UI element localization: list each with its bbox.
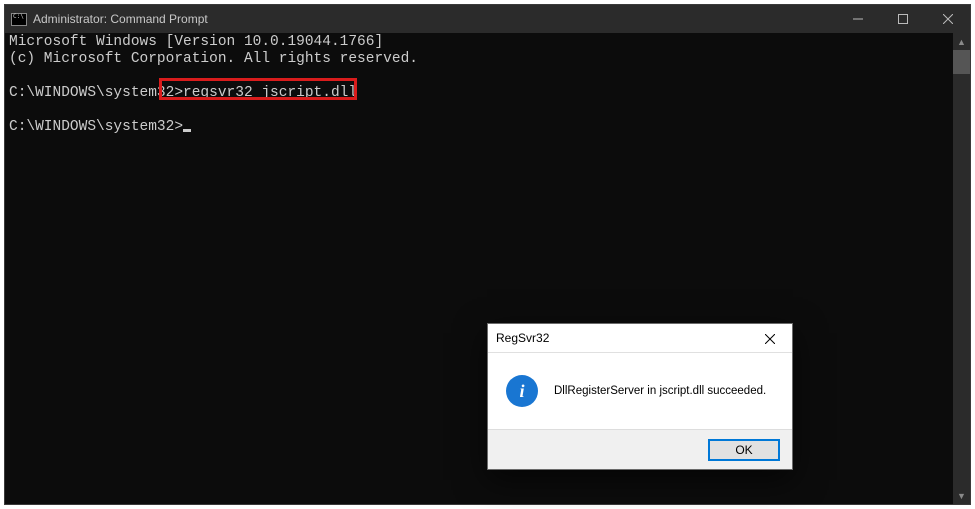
ok-button[interactable]: OK bbox=[708, 439, 780, 461]
dialog-message: DllRegisterServer in jscript.dll succeed… bbox=[554, 385, 766, 397]
dialog-titlebar[interactable]: RegSvr32 bbox=[488, 324, 792, 353]
scroll-thumb[interactable] bbox=[953, 50, 970, 74]
maximize-button[interactable] bbox=[880, 5, 925, 33]
prompt-prefix: C:\WINDOWS\system32> bbox=[9, 85, 183, 101]
dialog-title: RegSvr32 bbox=[496, 331, 549, 345]
info-icon: i bbox=[506, 375, 538, 407]
minimize-button[interactable] bbox=[835, 5, 880, 33]
terminal-line: Microsoft Windows [Version 10.0.19044.17… bbox=[9, 34, 383, 50]
scroll-up-arrow-icon[interactable]: ▲ bbox=[953, 33, 970, 50]
window-controls bbox=[835, 5, 970, 33]
window-title: Administrator: Command Prompt bbox=[33, 12, 208, 26]
command-text: regsvr32 jscript.dll bbox=[183, 85, 357, 101]
prompt-prefix: C:\WINDOWS\system32> bbox=[9, 119, 183, 135]
cursor bbox=[183, 129, 191, 132]
titlebar[interactable]: Administrator: Command Prompt bbox=[5, 5, 970, 33]
close-button[interactable] bbox=[925, 5, 970, 33]
dialog-footer: OK bbox=[488, 429, 792, 469]
dialog-close-button[interactable] bbox=[748, 324, 792, 353]
vertical-scrollbar[interactable]: ▲ ▼ bbox=[953, 33, 970, 504]
regsvr32-dialog: RegSvr32 i DllRegisterServer in jscript.… bbox=[487, 323, 793, 470]
terminal-line: (c) Microsoft Corporation. All rights re… bbox=[9, 51, 418, 67]
terminal-output[interactable]: Microsoft Windows [Version 10.0.19044.17… bbox=[5, 33, 953, 504]
dialog-content: i DllRegisterServer in jscript.dll succe… bbox=[488, 353, 792, 429]
scroll-down-arrow-icon[interactable]: ▼ bbox=[953, 487, 970, 504]
cmd-icon bbox=[11, 12, 27, 26]
